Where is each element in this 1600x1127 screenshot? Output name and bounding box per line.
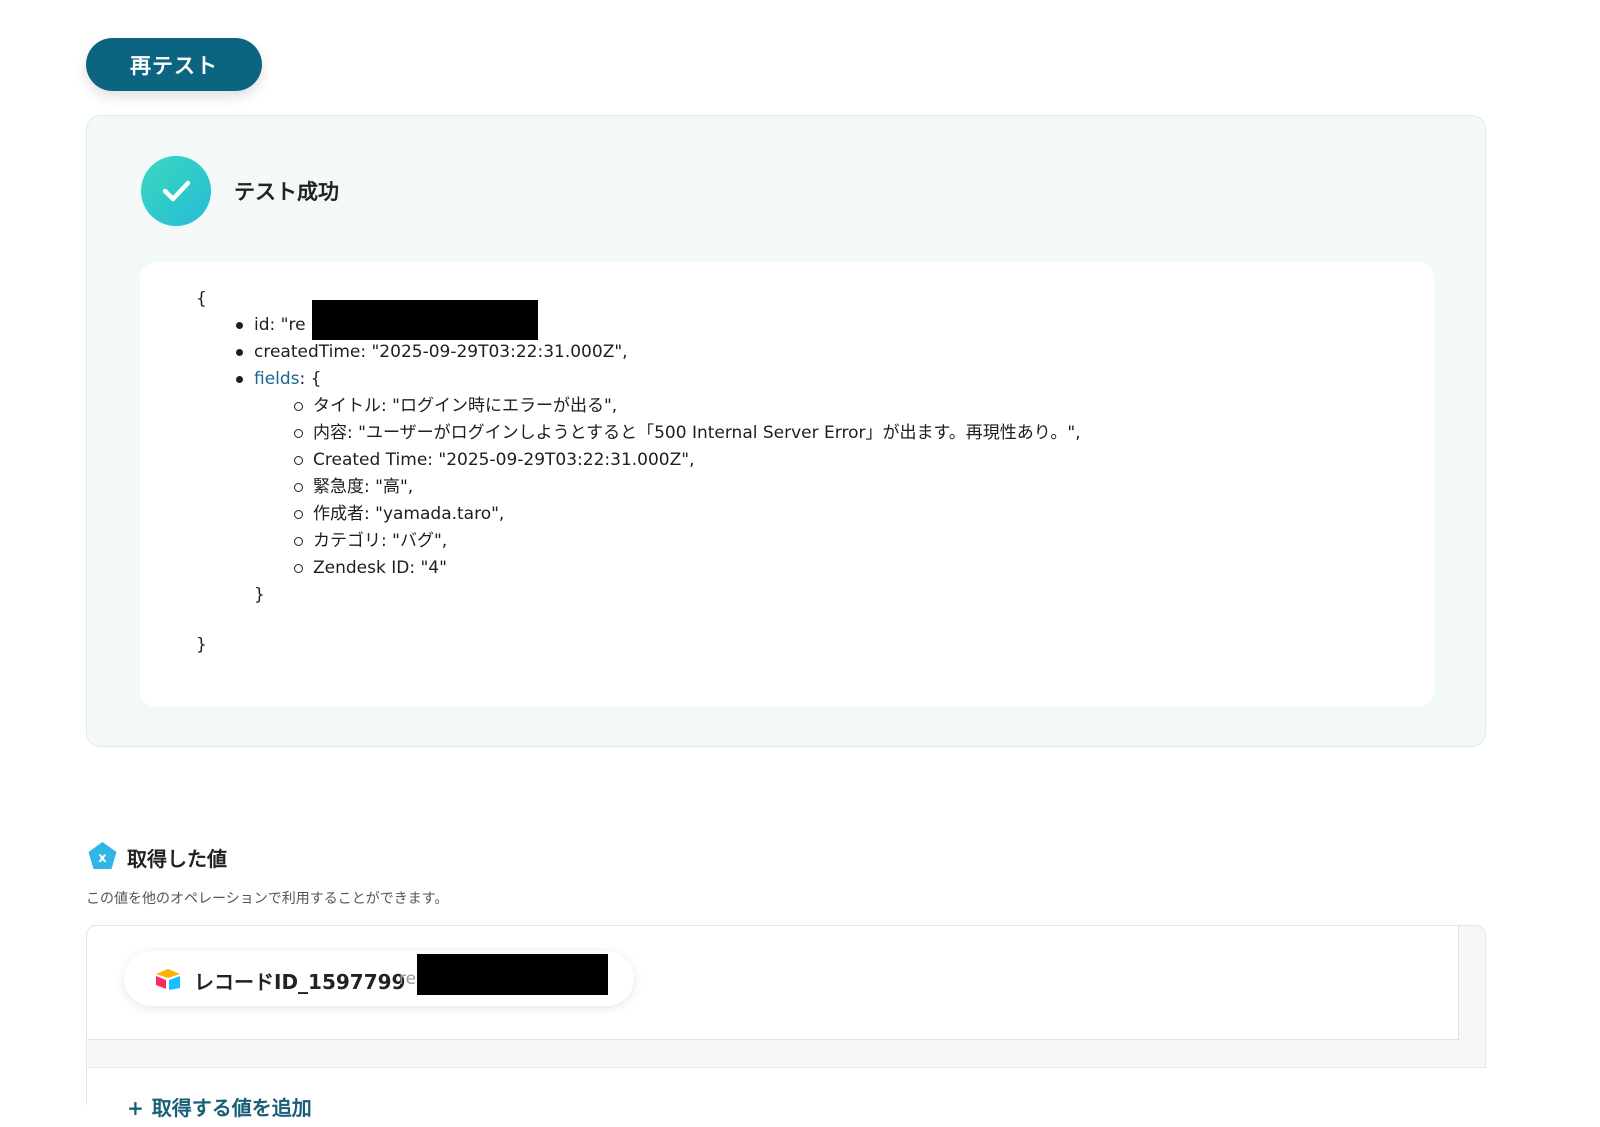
add-value-button[interactable]: + 取得する値を追加 (127, 1092, 312, 1121)
sub-bullet (294, 537, 303, 546)
record-id-value: re (399, 969, 417, 989)
values-list: レコードID_1597799 re (87, 926, 1459, 1040)
field-author: 作成者: "yamada.taro", (313, 504, 505, 524)
result-title: テスト成功 (234, 180, 339, 204)
json-output-panel: { id: "re createdTime: "2025-09-29T03:22… (140, 262, 1434, 707)
json-fields-line: fields: { (254, 368, 322, 390)
sub-bullet (294, 483, 303, 492)
json-id-line: id: "re (254, 315, 306, 335)
field-created-time: Created Time: "2025-09-29T03:22:31.000Z"… (313, 450, 695, 470)
acquired-values-description: この値を他のオペレーションで利用することができます。 (86, 891, 449, 907)
sub-bullet (294, 564, 303, 573)
redaction-block (417, 954, 608, 995)
plus-icon: + (127, 1096, 144, 1120)
test-result-card: テスト成功 { id: "re createdTime: "2025-09-29… (86, 115, 1486, 747)
field-content: 内容: "ユーザーがログインしようとすると「500 Internal Serve… (313, 423, 1081, 443)
sub-bullet (294, 429, 303, 438)
field-category: カテゴリ: "バグ", (313, 531, 448, 551)
sub-bullet (294, 456, 303, 465)
add-value-label: 取得する値を追加 (151, 1096, 312, 1120)
acquired-values-title: 取得した値 (127, 847, 227, 871)
record-id-label: レコードID_1597799 (194, 970, 406, 994)
acquired-values-box: レコードID_1597799 re + 取得する値を追加 (86, 925, 1487, 1127)
field-title: タイトル: "ログイン時にエラーが出る", (313, 396, 618, 416)
field-urgency: 緊急度: "高", (313, 477, 414, 497)
json-close-brace: } (196, 635, 207, 655)
svg-text:x: x (98, 851, 107, 866)
bullet (236, 376, 243, 383)
sub-bullet (294, 510, 303, 519)
add-value-area: + 取得する値を追加 (87, 1067, 1487, 1127)
bullet (236, 349, 243, 356)
retest-button[interactable]: 再テスト (86, 38, 262, 91)
sub-bullet (294, 402, 303, 411)
fields-key: fields (254, 369, 300, 389)
fields-close-brace: } (254, 585, 265, 605)
json-open-brace: { (196, 289, 207, 309)
json-created-time-line: createdTime: "2025-09-29T03:22:31.000Z", (254, 342, 628, 362)
check-icon (141, 156, 211, 226)
bullet (236, 322, 243, 329)
redaction-block (312, 300, 538, 340)
field-zendesk-id: Zendesk ID: "4" (313, 558, 447, 578)
record-id-value-pill[interactable]: レコードID_1597799 re (124, 951, 634, 1006)
fields-open: : { (299, 369, 322, 389)
airtable-icon (156, 969, 180, 990)
variable-icon: x (87, 841, 118, 872)
